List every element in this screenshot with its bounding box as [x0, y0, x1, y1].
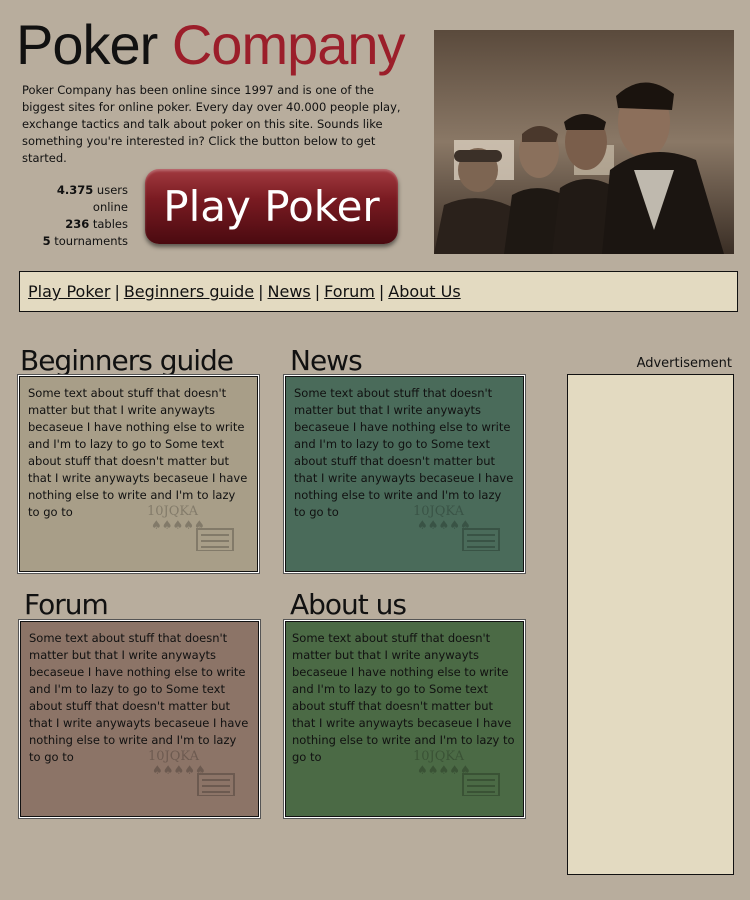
tournaments-stat: 5 tournaments: [42, 234, 128, 248]
logo-word-poker: Poker: [16, 13, 172, 76]
playing-cards-watermark-icon: 10JQKA ♠♠♠♠♠: [413, 749, 500, 796]
nav-link-play-poker[interactable]: Play Poker: [28, 282, 110, 301]
news-box: Some text about stuff that doesn't matte…: [285, 376, 524, 572]
playing-cards-watermark-icon: 10JQKA ♠♠♠♠♠: [413, 504, 500, 551]
svg-text:10JQKA: 10JQKA: [413, 749, 465, 764]
nav-separator: |: [114, 282, 120, 301]
online-stats: 4.375 users online 236 tables 5 tourname…: [22, 182, 128, 250]
nav-separator: |: [314, 282, 321, 301]
news-heading: News: [290, 344, 363, 377]
svg-text:10JQKA: 10JQKA: [413, 504, 465, 519]
intro-text: Poker Company has been online since 1997…: [22, 83, 401, 165]
nav-separator: |: [258, 282, 264, 301]
users-online-stat: 4.375 users online: [56, 183, 128, 214]
advertisement-label: Advertisement: [636, 356, 732, 371]
svg-text:10JQKA: 10JQKA: [148, 749, 200, 764]
main-navigation: Play Poker | Beginners guide | News | Forum | Ab…: [19, 271, 738, 312]
forum-box: Some text about stuff that doesn't matte…: [20, 621, 259, 817]
nav-separator: |: [378, 282, 385, 301]
poker-players-photo: [434, 30, 734, 254]
nav-link-about-us[interactable]: About Us: [388, 282, 460, 301]
nav-link-news[interactable]: News: [268, 282, 311, 301]
beginners-guide-heading: Beginners guide: [20, 344, 234, 377]
svg-text:10JQKA: 10JQKA: [147, 504, 199, 519]
about-us-heading: About us: [290, 588, 407, 621]
nav-link-forum[interactable]: Forum: [324, 282, 375, 301]
site-logo: Poker Company: [16, 12, 406, 78]
playing-cards-watermark-icon: 10JQKA ♠♠♠♠♠: [147, 504, 234, 551]
logo-word-company: Company: [171, 13, 406, 76]
about-us-box: Some text about stuff that doesn't matte…: [285, 621, 524, 817]
advertisement-panel[interactable]: [567, 374, 734, 875]
tables-stat: 236 tables: [65, 217, 128, 231]
nav-link-beginners-guide[interactable]: Beginners guide: [124, 282, 254, 301]
forum-heading: Forum: [24, 588, 109, 621]
beginners-guide-box: Some text about stuff that doesn't matte…: [19, 376, 258, 572]
play-poker-button[interactable]: Play Poker: [145, 169, 398, 244]
playing-cards-watermark-icon: 10JQKA ♠♠♠♠♠: [148, 749, 235, 796]
